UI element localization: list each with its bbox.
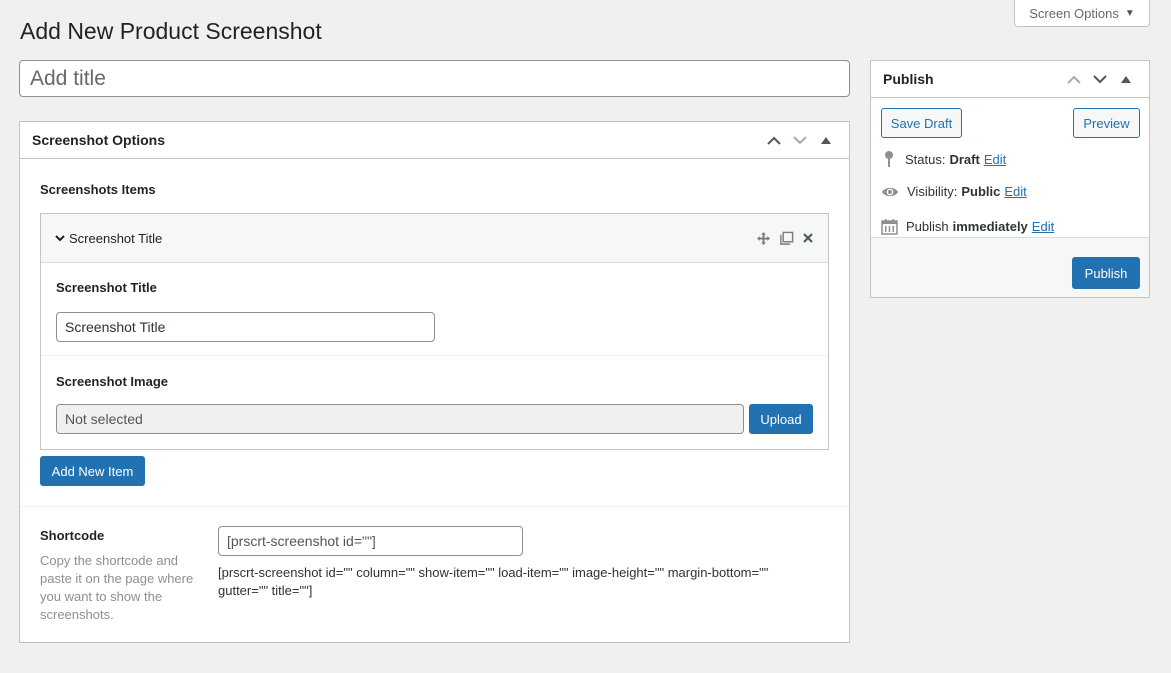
status-row: Status: Draft Edit [881, 150, 1006, 168]
publish-button[interactable]: Publish [1072, 257, 1140, 289]
publish-handle-actions [1063, 68, 1137, 90]
duplicate-icon[interactable] [779, 231, 794, 246]
screenshot-item-title: Screenshot Title [69, 230, 163, 246]
chevron-down-icon [1093, 74, 1107, 83]
chevron-up-icon [1067, 75, 1081, 84]
screenshot-item: Screenshot Title Screenshot Title Screen… [40, 213, 829, 450]
shortcode-divider [20, 506, 849, 507]
pin-icon [885, 151, 893, 167]
visibility-label: Visibility: [907, 184, 958, 199]
triangle-up-icon [1121, 75, 1131, 83]
save-draft-button[interactable]: Save Draft [881, 108, 962, 138]
publish-box: Publish Save Draft Preview Status: Draft… [870, 60, 1150, 298]
toggle-panel-button[interactable] [815, 129, 837, 151]
upload-button[interactable]: Upload [749, 404, 813, 434]
screen-options-label: Screen Options [1029, 5, 1119, 21]
shortcode-full-text: [prscrt-screenshot id="" column="" show-… [218, 565, 769, 598]
screenshot-image-input[interactable] [56, 404, 744, 434]
publish-toggle-button[interactable] [1115, 68, 1137, 90]
publish-date-row: Publish immediately Edit [881, 218, 1054, 235]
status-label: Status: [905, 151, 946, 167]
move-icon[interactable] [756, 231, 771, 246]
collapse-chevron-icon[interactable] [55, 234, 65, 242]
preview-button[interactable]: Preview [1073, 108, 1140, 138]
status-value: Draft [949, 151, 980, 167]
move-down-button[interactable] [789, 129, 811, 151]
screenshot-title-input[interactable] [56, 312, 435, 342]
chevron-up-icon [767, 136, 781, 145]
calendar-icon [881, 219, 898, 235]
remove-icon[interactable] [802, 232, 814, 244]
publish-title: Publish [883, 71, 934, 87]
post-title-input[interactable] [19, 60, 850, 97]
shortcode-label: Shortcode [40, 528, 105, 543]
shortcode-input[interactable] [218, 526, 523, 556]
move-up-button[interactable] [763, 129, 785, 151]
screenshot-title-label: Screenshot Title [56, 280, 157, 295]
visibility-value: Public [961, 184, 1001, 199]
screenshot-title-field: Screenshot Title [41, 263, 828, 356]
publish-move-up-button[interactable] [1063, 68, 1085, 90]
chevron-down-icon [793, 135, 807, 144]
eye-icon [882, 187, 898, 196]
screenshot-item-header[interactable]: Screenshot Title [41, 214, 828, 263]
edit-status-link[interactable]: Edit [984, 152, 1006, 167]
visibility-row: Visibility: Public Edit [881, 184, 1027, 199]
screenshot-options-box: Screenshot Options Screenshots Items Scr… [19, 121, 850, 643]
screenshot-image-label: Screenshot Image [56, 374, 168, 389]
add-new-item-button[interactable]: Add New Item [40, 456, 145, 486]
page-title: Add New Product Screenshot [20, 18, 322, 44]
publish-actions: Publish [871, 237, 1149, 297]
caret-down-icon: ▼ [1124, 7, 1135, 19]
screenshot-image-field: Screenshot Image Upload [41, 356, 828, 450]
publish-label: Publish [906, 219, 949, 234]
publish-value: immediately [952, 219, 1028, 234]
screen-options-button[interactable]: Screen Options ▼ [1014, 0, 1150, 27]
shortcode-description: Copy the shortcode and paste it on the p… [40, 553, 194, 622]
screenshots-items-label: Screenshots Items [40, 182, 156, 197]
publish-header: Publish [871, 61, 1149, 98]
edit-publish-date-link[interactable]: Edit [1032, 219, 1054, 234]
screenshot-options-title: Screenshot Options [32, 132, 166, 148]
edit-visibility-link[interactable]: Edit [1004, 184, 1026, 199]
publish-move-down-button[interactable] [1089, 68, 1111, 90]
handle-actions [763, 129, 837, 151]
screenshot-options-header: Screenshot Options [20, 122, 849, 159]
triangle-up-icon [821, 136, 831, 144]
